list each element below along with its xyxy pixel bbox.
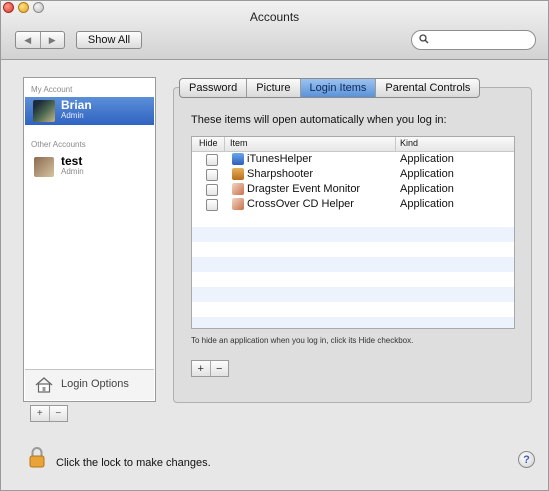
hide-checkbox[interactable] bbox=[206, 199, 218, 211]
accounts-window: Accounts ◀ ▶ Show All My Account Brian A… bbox=[0, 0, 549, 491]
accounts-list: My Account Brian Admin Other Accounts te… bbox=[23, 77, 156, 402]
login-items-heading: These items will open automatically when… bbox=[191, 114, 447, 126]
search-input[interactable] bbox=[432, 33, 532, 49]
login-options-item[interactable]: Login Options bbox=[25, 369, 154, 400]
tab-bar: Password Picture Login Items Parental Co… bbox=[179, 78, 481, 98]
account-row-test[interactable]: test Admin bbox=[25, 153, 154, 181]
avatar bbox=[34, 157, 54, 177]
column-hide[interactable]: Hide bbox=[199, 138, 218, 148]
column-item[interactable]: Item bbox=[230, 138, 248, 148]
column-divider bbox=[395, 137, 396, 151]
column-divider bbox=[224, 137, 225, 151]
login-item-add-remove: + − bbox=[191, 360, 229, 377]
column-kind[interactable]: Kind bbox=[400, 138, 418, 148]
table-row[interactable]: CrossOver CD Helper Application bbox=[192, 197, 514, 212]
item-name: iTunesHelper bbox=[247, 153, 313, 165]
sharpshooter-icon bbox=[232, 168, 244, 180]
lock-icon[interactable] bbox=[29, 447, 45, 468]
table-row[interactable]: iTunesHelper Application bbox=[192, 152, 514, 167]
tab-login-items[interactable]: Login Items bbox=[300, 79, 377, 97]
my-account-header: My Account bbox=[31, 85, 73, 94]
add-login-item-button[interactable]: + bbox=[192, 361, 211, 376]
help-button[interactable]: ? bbox=[518, 451, 535, 468]
hide-checkbox[interactable] bbox=[206, 184, 218, 196]
table-row[interactable]: Sharpshooter Application bbox=[192, 167, 514, 182]
show-all-button[interactable]: Show All bbox=[76, 31, 142, 49]
item-kind: Application bbox=[400, 183, 454, 195]
forward-arrow-icon[interactable]: ▶ bbox=[41, 32, 65, 48]
search-icon bbox=[419, 34, 429, 47]
item-kind: Application bbox=[400, 168, 454, 180]
account-row-brian[interactable]: Brian Admin bbox=[25, 97, 154, 125]
title-bar: Accounts ◀ ▶ Show All bbox=[1, 1, 548, 60]
back-arrow-icon[interactable]: ◀ bbox=[16, 32, 41, 48]
account-add-remove: + − bbox=[30, 405, 68, 422]
item-kind: Application bbox=[400, 153, 454, 165]
empty-row-stripe bbox=[192, 317, 514, 328]
add-account-button[interactable]: + bbox=[31, 406, 50, 421]
item-name: CrossOver CD Helper bbox=[247, 198, 354, 210]
table-row[interactable]: Dragster Event Monitor Application bbox=[192, 182, 514, 197]
login-items-table: Hide Item Kind iTunesHelper Application … bbox=[191, 136, 515, 329]
account-role: Admin bbox=[61, 167, 84, 176]
table-header: Hide Item Kind bbox=[192, 137, 514, 152]
other-accounts-header: Other Accounts bbox=[31, 140, 86, 149]
account-role: Admin bbox=[61, 111, 84, 120]
item-name: Dragster Event Monitor bbox=[247, 183, 361, 195]
home-icon bbox=[35, 377, 53, 393]
tab-password[interactable]: Password bbox=[180, 79, 248, 97]
tab-parental-controls[interactable]: Parental Controls bbox=[376, 79, 479, 97]
remove-login-item-button[interactable]: − bbox=[211, 361, 229, 376]
back-forward-control: ◀ ▶ bbox=[15, 31, 65, 49]
hide-checkbox[interactable] bbox=[206, 154, 218, 166]
item-name: Sharpshooter bbox=[247, 168, 314, 180]
itunes-icon bbox=[232, 153, 244, 165]
search-field[interactable] bbox=[411, 30, 536, 50]
empty-row-stripe bbox=[192, 287, 514, 302]
item-kind: Application bbox=[400, 198, 454, 210]
tab-picture[interactable]: Picture bbox=[247, 79, 301, 97]
account-name: test bbox=[61, 154, 83, 168]
lock-message: Click the lock to make changes. bbox=[56, 457, 211, 469]
application-icon bbox=[232, 183, 244, 195]
empty-row-stripe bbox=[192, 227, 514, 242]
window-title: Accounts bbox=[249, 10, 300, 24]
login-options-label: Login Options bbox=[61, 378, 129, 390]
remove-account-button[interactable]: − bbox=[50, 406, 68, 421]
application-icon bbox=[232, 198, 244, 210]
hide-hint-text: To hide an application when you log in, … bbox=[191, 336, 414, 345]
avatar bbox=[33, 100, 55, 122]
hide-checkbox[interactable] bbox=[206, 169, 218, 181]
account-name: Brian bbox=[61, 98, 92, 112]
empty-row-stripe bbox=[192, 257, 514, 272]
